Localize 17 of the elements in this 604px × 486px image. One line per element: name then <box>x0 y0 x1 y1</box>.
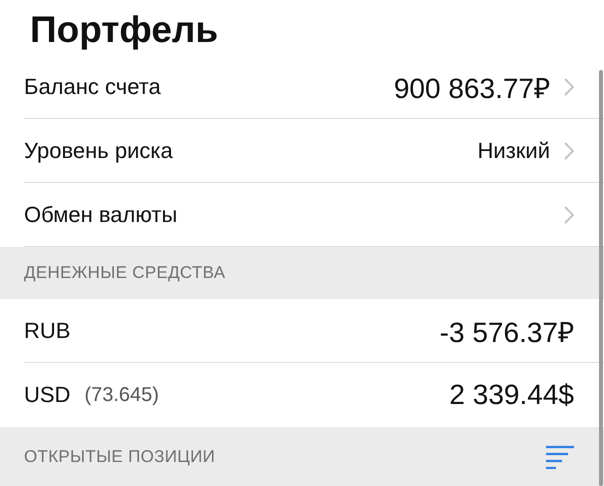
row-label: Обмен валюты <box>24 202 178 228</box>
chevron-icon <box>564 142 574 160</box>
currency-amount: -3 576.37₽ <box>440 316 574 350</box>
row-value: 900 863.77₽ <box>394 72 550 106</box>
currency-code: RUB <box>24 318 70 344</box>
chevron-icon <box>564 206 574 224</box>
row-label: Уровень риска <box>24 138 174 164</box>
row-label: Баланс счета <box>24 74 162 100</box>
exchange-rate: (73.645) <box>84 384 160 406</box>
sort-icon[interactable] <box>546 445 574 469</box>
section-title: ДЕНЕЖНЫЕ СРЕДСТВА <box>24 263 226 283</box>
page-title: Портфель <box>29 8 220 52</box>
section-title: ОТКРЫТЫЕ ПОЗИЦИИ <box>24 447 216 467</box>
chevron-icon <box>564 78 574 96</box>
row-value: Низкий <box>478 138 550 164</box>
currency-code: USD <box>24 382 70 408</box>
currency-amount: 2 339.44$ <box>449 379 574 411</box>
